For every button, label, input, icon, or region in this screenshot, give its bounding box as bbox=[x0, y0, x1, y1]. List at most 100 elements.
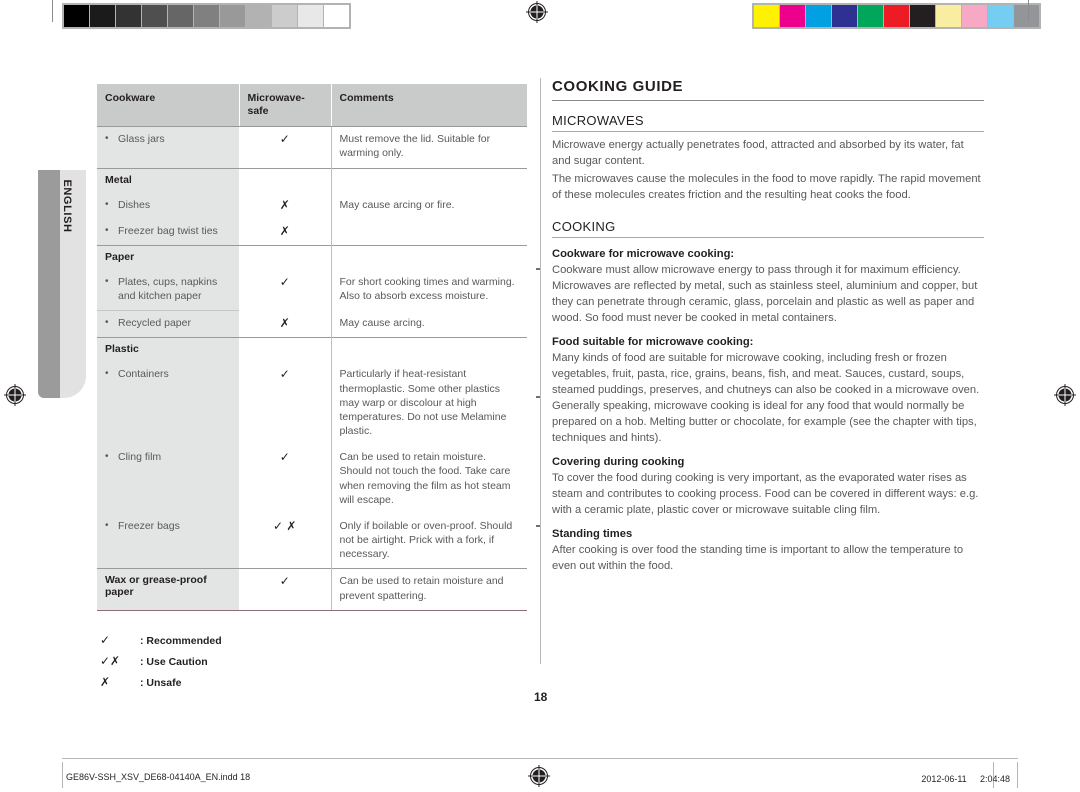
registration-mark-top bbox=[526, 1, 548, 23]
cell-cookware: • Freezer bag twist ties bbox=[97, 218, 239, 246]
cell-microwave-safe: ✓ bbox=[239, 445, 331, 514]
cell-microwave-safe: ✓ bbox=[239, 362, 331, 446]
cross-icon: ✗ bbox=[100, 674, 111, 689]
section-rule bbox=[552, 131, 984, 132]
cookware-item-label: Plates, cups, napkins and kitchen paper bbox=[118, 275, 218, 303]
subheading-standing-times: Standing times bbox=[552, 528, 633, 541]
table-row: • Glass jars ✓ Must remove the lid. Suita… bbox=[97, 126, 527, 169]
side-tab-light-band: ENGLISH bbox=[60, 170, 86, 398]
cell-microwave-safe: ✓ ✗ bbox=[239, 513, 331, 569]
cell-microwave-safe: ✗ bbox=[239, 192, 331, 219]
bullet-icon: • bbox=[105, 317, 109, 329]
column-divider-rule bbox=[540, 78, 541, 664]
column-divider-tick bbox=[536, 396, 540, 398]
table-bottom-rule bbox=[97, 609, 527, 611]
cookware-table: Cookware Microwave-safe Comments • Glass … bbox=[97, 84, 527, 610]
cell-cookware: • Dishes bbox=[97, 192, 239, 219]
table-row: • Plates, cups, napkins and kitchen paper… bbox=[97, 269, 527, 311]
cell-cookware: • Containers bbox=[97, 362, 239, 446]
cell-microwave-safe-empty bbox=[239, 244, 331, 270]
table-row: • Cling film ✓ Can be used to retain mois… bbox=[97, 445, 527, 514]
side-tab-dark-band bbox=[38, 170, 60, 398]
table-row: • Containers ✓ Particularly if heat-resis… bbox=[97, 362, 527, 446]
legend-item: ✓✗ : Use Caution bbox=[97, 654, 397, 668]
symbol-legend: ✓ : Recommended ✓✗ : Use Caution ✗ : Uns… bbox=[97, 633, 397, 689]
bullet-icon: • bbox=[105, 275, 109, 287]
calibration-swatch bbox=[832, 5, 857, 27]
cell-cookware: • Plates, cups, napkins and kitchen paper bbox=[97, 269, 239, 311]
calibration-swatch bbox=[1014, 5, 1039, 27]
paragraph: To cover the food during cooking is very… bbox=[552, 472, 979, 517]
paragraph: The microwaves cause the molecules in th… bbox=[552, 173, 981, 202]
cookware-table-region: Cookware Microwave-safe Comments • Glass … bbox=[97, 84, 527, 696]
cell-cookware: • Cling film bbox=[97, 445, 239, 514]
crop-tick-right-top bbox=[1028, 0, 1029, 22]
calibration-swatch bbox=[754, 5, 779, 27]
cell-microwave-safe: ✗ bbox=[239, 218, 331, 246]
table-row: • Dishes ✗ May cause arcing or fire. bbox=[97, 192, 527, 246]
cell-comments: Can be used to retain moisture. Should n… bbox=[330, 445, 527, 514]
footer-file-name: GE86V-SSH_XSV_DE68-04140A_EN.indd 18 bbox=[66, 772, 251, 782]
cell-comments: May cause arcing. bbox=[330, 310, 527, 338]
cooking-guide-region: COOKING GUIDE MICROWAVES Microwave energ… bbox=[552, 78, 984, 576]
calibration-swatch bbox=[116, 5, 141, 27]
footer-edge-left bbox=[62, 762, 63, 788]
footer-edge-right bbox=[1017, 762, 1018, 788]
table-row: Wax or grease-proof paper ✓ Can be used … bbox=[97, 568, 527, 610]
cookware-item-label: Cling film bbox=[118, 451, 162, 464]
cookware-item-label: Dishes bbox=[118, 198, 151, 211]
subheading-cookware-for-microwave-cooking: Cookware for microwave cooking: bbox=[552, 248, 735, 261]
footer-rule bbox=[62, 758, 1018, 759]
calibration-swatch bbox=[780, 5, 805, 27]
calibration-swatch bbox=[168, 5, 193, 27]
cell-microwave-safe: ✓ bbox=[239, 126, 331, 169]
section-heading-cooking: COOKING bbox=[552, 219, 616, 235]
cell-comments: May cause arcing or fire. bbox=[330, 192, 527, 246]
column-header-microwave-safe-line2: safe bbox=[247, 104, 269, 117]
legend-label: : Use Caution bbox=[140, 655, 208, 668]
cookware-item-label: Recycled paper bbox=[118, 317, 191, 330]
section-heading-microwaves: MICROWAVES bbox=[552, 113, 644, 128]
bullet-icon: • bbox=[105, 451, 109, 463]
calibration-swatch bbox=[90, 5, 115, 27]
table-row: • Freezer bags ✓ ✗ Only if boilable or ov… bbox=[97, 513, 527, 569]
cell-microwave-safe: ✓ bbox=[239, 269, 331, 311]
column-header-microwave-safe: Microwave-safe bbox=[239, 84, 332, 128]
page-title: COOKING GUIDE bbox=[552, 78, 684, 95]
calibration-swatch bbox=[194, 5, 219, 27]
calibration-swatch bbox=[324, 5, 349, 27]
column-header-cookware: Cookware bbox=[97, 84, 240, 128]
cell-comments: For short cooking times and warming. Als… bbox=[330, 269, 527, 311]
page-number: 18 bbox=[534, 690, 548, 704]
calibration-swatch bbox=[988, 5, 1013, 27]
cookware-group-title: Paper bbox=[97, 244, 239, 270]
cookware-group-title: Metal bbox=[97, 167, 239, 193]
subheading-covering-during-cooking: Covering during cooking bbox=[552, 456, 685, 469]
calibration-swatch bbox=[298, 5, 323, 27]
cell-comments-empty bbox=[330, 244, 527, 270]
color-calibration-bar bbox=[752, 3, 1041, 29]
section-rule bbox=[552, 237, 984, 239]
cell-comments: Must remove the lid. Suitable for warmin… bbox=[330, 126, 527, 169]
cookware-group-title: Plastic bbox=[97, 337, 239, 363]
column-header-comments: Comments bbox=[331, 84, 527, 128]
side-tab-label: ENGLISH bbox=[61, 179, 73, 233]
table-row: Paper bbox=[97, 244, 527, 270]
cell-microwave-safe-empty bbox=[239, 337, 331, 363]
calibration-swatch bbox=[142, 5, 167, 27]
paragraph: Many kinds of food are suitable for micr… bbox=[552, 352, 980, 445]
cell-comments-empty bbox=[330, 337, 527, 363]
bullet-icon: • bbox=[105, 133, 109, 145]
calibration-swatch bbox=[858, 5, 883, 27]
table-row: Plastic bbox=[97, 337, 527, 363]
calibration-swatch bbox=[962, 5, 987, 27]
legend-label: : Recommended bbox=[140, 634, 222, 647]
footer-timestamp: 2012-06-11 ᅟ 2:04:48 bbox=[921, 774, 1010, 784]
grayscale-calibration-bar bbox=[62, 3, 351, 29]
title-rule bbox=[552, 100, 984, 101]
paragraph: After cooking is over food the standing … bbox=[552, 544, 964, 573]
legend-label: : Unsafe bbox=[140, 676, 182, 689]
subheading-food-suitable-for-microwave-cooking: Food suitable for microwave cooking: bbox=[552, 336, 754, 349]
cell-comments-empty bbox=[330, 167, 527, 193]
cookware-item-label: Freezer bags bbox=[118, 519, 180, 532]
